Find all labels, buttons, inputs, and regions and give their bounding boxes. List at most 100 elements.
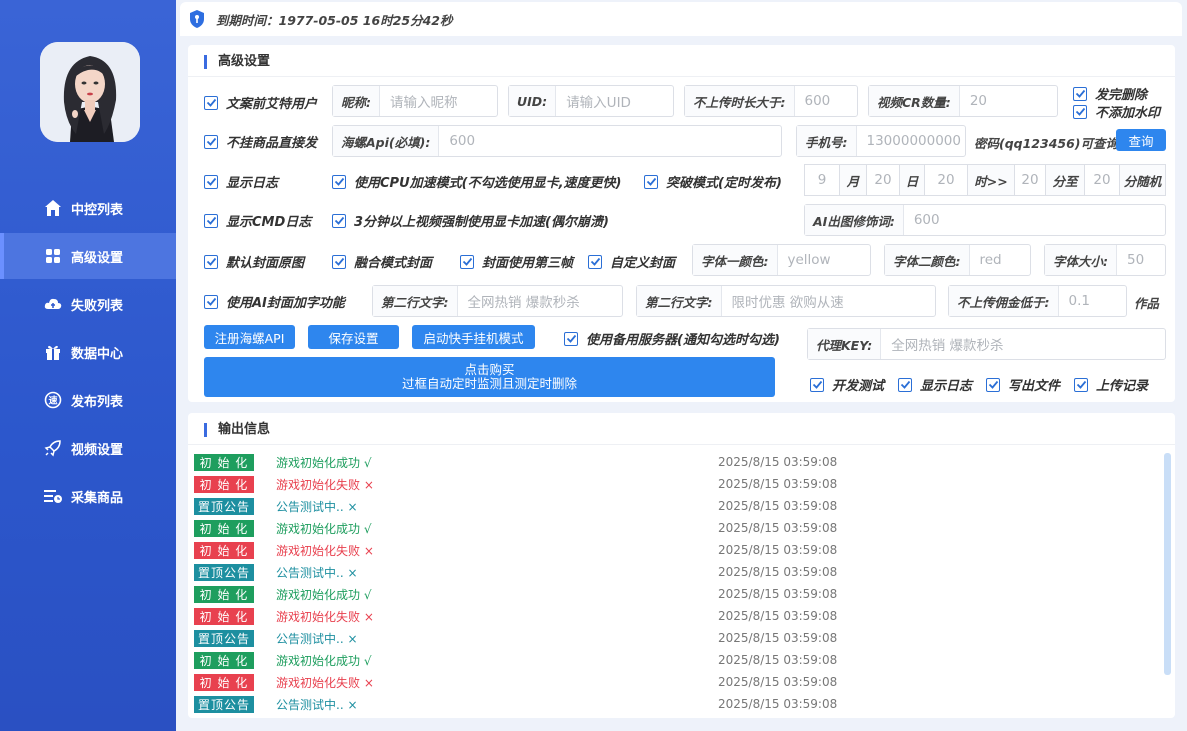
log-message: 游戏初始化失败 ×: [276, 609, 374, 624]
collect-icon: [43, 486, 63, 506]
custom-cover-checkbox[interactable]: 自定义封面: [588, 252, 675, 271]
gpu-force-checkbox[interactable]: 3分钟以上视频强制使用显卡加速(偶尔崩溃): [332, 211, 609, 230]
sidebar-item-label: 视频设置: [71, 442, 124, 458]
no-goods-checkbox[interactable]: 不挂商品直接发: [204, 132, 317, 151]
log-tag: 初 始 化: [194, 475, 254, 493]
log-time: 2025/8/15 03:59:08: [718, 543, 838, 557]
month-input[interactable]: 9: [804, 164, 840, 196]
hour-label: 时>>: [967, 164, 1015, 196]
log-time: 2025/8/15 03:59:08: [718, 609, 838, 623]
log-row: 初 始 化 游戏初始化失败 × 2025/8/15 03:59:08: [194, 607, 1154, 625]
log-row: 初 始 化 游戏初始化失败 × 2025/8/15 03:59:08: [194, 541, 1154, 559]
sidebar-item-failed-list[interactable]: 失败列表: [0, 281, 176, 327]
random-label: 分随机: [1119, 164, 1166, 196]
dev-test-checkbox[interactable]: 开发测试: [810, 375, 884, 394]
log-row: 初 始 化 游戏初始化成功 √ 2025/8/15 03:59:08: [194, 519, 1154, 537]
works-label: 作品: [1134, 296, 1160, 311]
minute-to-label: 分至: [1045, 164, 1085, 196]
cr-count-field[interactable]: 视频CR数量: 20: [868, 85, 1058, 117]
log-tag: 初 始 化: [194, 585, 254, 603]
log-row: 置顶公告 公告测试中.. × 2025/8/15 03:59:08: [194, 563, 1154, 581]
log-row: 初 始 化 游戏初始化成功 √ 2025/8/15 03:59:08: [194, 453, 1154, 471]
speed-icon: 速: [43, 390, 63, 410]
sidebar-item-collect-goods[interactable]: 采集商品: [0, 473, 176, 519]
proxy-key-field[interactable]: 代理KEY: 全网热销 爆款秒杀: [807, 328, 1166, 360]
log-tag: 置顶公告: [194, 563, 254, 581]
show-log-checkbox[interactable]: 显示日志: [204, 172, 278, 191]
sidebar-item-publish-list[interactable]: 速 发布列表: [0, 377, 176, 423]
log-tag: 初 始 化: [194, 453, 254, 471]
duration-field[interactable]: 不上传时长大于: 600: [684, 85, 858, 117]
upload-record-checkbox[interactable]: 上传记录: [1074, 375, 1148, 394]
log-time: 2025/8/15 03:59:08: [718, 631, 838, 645]
ai-modifier-field[interactable]: AI出图修饰词: 600: [804, 204, 1166, 236]
sidebar-item-control-list[interactable]: 中控列表: [0, 185, 176, 231]
month-label: 月: [839, 164, 867, 196]
break-mode-checkbox[interactable]: 突破模式(定时发布): [644, 172, 782, 191]
log-row: 置顶公告 公告测试中.. × 2025/8/15 03:59:08: [194, 629, 1154, 647]
sidebar-item-video-settings[interactable]: 视频设置: [0, 425, 176, 471]
sidebar-item-label: 高级设置: [71, 250, 124, 266]
save-settings-button[interactable]: 保存设置: [308, 325, 399, 349]
uid-field[interactable]: UID: 请输入UID: [508, 85, 674, 117]
font-size-field[interactable]: 字体大小: 50: [1044, 244, 1166, 276]
start-kuaishou-button[interactable]: 启动快手挂机模式: [412, 325, 535, 349]
default-cover-checkbox[interactable]: 默认封面原图: [204, 252, 304, 271]
minute-to-input[interactable]: 20: [1084, 164, 1120, 196]
show-cmd-checkbox[interactable]: 显示CMD日志: [204, 211, 311, 230]
scrollbar[interactable]: [1164, 453, 1171, 675]
log-row: 初 始 化 游戏初始化失败 × 2025/8/15 03:59:08: [194, 475, 1154, 493]
buy-button[interactable]: 点击购买 过框自动定时监测且测定时删除: [204, 357, 775, 397]
third-frame-checkbox[interactable]: 封面使用第三帧: [460, 252, 573, 271]
register-api-button[interactable]: 注册海螺API: [204, 325, 295, 349]
log-tag: 初 始 化: [194, 673, 254, 691]
hour-input[interactable]: 20: [924, 164, 968, 196]
main-area: 到期时间：1977-05-05 16时25分42秒 高级设置 文案前艾特用户 昵…: [176, 0, 1187, 731]
ai-cover-checkbox[interactable]: 使用AI封面加字功能: [204, 292, 345, 311]
app-window: 中控列表 高级设置 失败列表 数据中心 速 发布列表 视频设置 采集商品 到期时…: [0, 0, 1187, 731]
log-row: 初 始 化 游戏初始化失败 × 2025/8/15 03:59:08: [194, 673, 1154, 691]
cpu-mode-checkbox[interactable]: 使用CPU加速模式(不勾选使用显卡,速度更快): [332, 172, 621, 191]
font2-color-field[interactable]: 字体二颜色: red: [884, 244, 1031, 276]
svg-text:速: 速: [48, 395, 57, 407]
log-tag: 置顶公告: [194, 497, 254, 515]
log-row: 置顶公告 公告测试中.. × 2025/8/15 03:59:08: [194, 497, 1154, 515]
log-time: 2025/8/15 03:59:08: [718, 499, 838, 513]
no-watermark-checkbox[interactable]: 不添加水印: [1073, 102, 1160, 121]
log-time: 2025/8/15 03:59:08: [718, 697, 838, 711]
mention-user-checkbox[interactable]: 文案前艾特用户: [204, 93, 317, 112]
log-message: 游戏初始化失败 ×: [276, 543, 374, 558]
nickname-field[interactable]: 昵称: 请输入昵称: [332, 85, 498, 117]
log-row: 初 始 化 游戏初始化成功 √ 2025/8/15 03:59:08: [194, 651, 1154, 669]
fusion-cover-checkbox[interactable]: 融合模式封面: [332, 252, 432, 271]
backup-server-checkbox[interactable]: 使用备用服务器(通知勾选时勾选): [564, 329, 780, 348]
day-label: 日: [899, 164, 925, 196]
show-log-2-checkbox[interactable]: 显示日志: [898, 375, 972, 394]
second-line-text-b[interactable]: 第二行文字: 限时优惠 欲购从速: [636, 285, 936, 317]
day-input[interactable]: 20: [866, 164, 900, 196]
log-message: 公告测试中.. ×: [276, 499, 358, 514]
phone-field[interactable]: 手机号: 13000000000: [796, 125, 966, 157]
sidebar-item-label: 数据中心: [71, 346, 124, 362]
sidebar-item-advanced-settings[interactable]: 高级设置: [0, 233, 176, 279]
log-tag: 初 始 化: [194, 607, 254, 625]
log-time: 2025/8/15 03:59:08: [718, 675, 838, 689]
output-panel: 输出信息 初 始 化游戏初始化成功 √ 2025/8/15 03:59:08 初 始…: [188, 413, 1175, 718]
font1-color-field[interactable]: 字体一颜色: yellow: [692, 244, 871, 276]
log-message: 游戏初始化失败 ×: [276, 675, 374, 690]
home-icon: [43, 198, 63, 218]
log-tag: 初 始 化: [194, 519, 254, 537]
log-row: 置顶公告 公告测试中.. × 2025/8/15 03:59:08: [194, 695, 1154, 713]
query-button[interactable]: 查询: [1116, 129, 1166, 151]
api-field[interactable]: 海螺Api(必填): 600: [332, 125, 782, 157]
log-row: 初 始 化 游戏初始化成功 √ 2025/8/15 03:59:08: [194, 585, 1154, 603]
write-file-checkbox[interactable]: 写出文件: [986, 375, 1060, 394]
log-message: 公告测试中.. ×: [276, 697, 358, 712]
delete-after-checkbox[interactable]: 发完删除: [1073, 84, 1147, 103]
sidebar: 中控列表 高级设置 失败列表 数据中心 速 发布列表 视频设置 采集商品: [0, 0, 176, 731]
second-line-text-a[interactable]: 第二行文字: 全网热销 爆款秒杀: [372, 285, 623, 317]
sidebar-item-data-center[interactable]: 数据中心: [0, 329, 176, 375]
rocket-icon: [43, 438, 63, 458]
commission-field[interactable]: 不上传佣金低于: 0.1: [948, 285, 1127, 317]
minute-from-input[interactable]: 20: [1014, 164, 1046, 196]
